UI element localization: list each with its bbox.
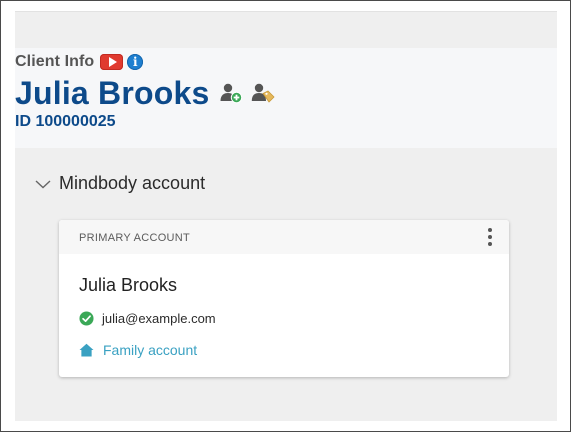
card-header-label: PRIMARY ACCOUNT — [79, 232, 191, 244]
section-title: Mindbody account — [59, 173, 206, 193]
client-info-label: Client Info — [15, 53, 95, 70]
account-name: Julia Brooks — [79, 275, 178, 295]
family-account-label: Family account — [103, 342, 198, 358]
family-account-link[interactable]: Family account — [79, 342, 197, 358]
client-id: ID 100000025 — [15, 113, 116, 130]
client-info-row: Client Info i — [15, 53, 144, 71]
client-name: Julia Brooks — [15, 74, 210, 111]
card-header: PRIMARY ACCOUNT — [59, 220, 509, 254]
chevron-down-icon — [35, 179, 51, 188]
verified-check-icon — [79, 311, 94, 326]
section-toggle[interactable]: Mindbody account — [35, 173, 205, 194]
account-email: julia@example.com — [102, 311, 216, 326]
email-row: julia@example.com — [79, 311, 216, 326]
youtube-play-icon[interactable] — [100, 54, 124, 70]
add-relationship-icon[interactable] — [219, 81, 243, 105]
primary-account-card: PRIMARY ACCOUNT Julia Brooks julia@examp… — [59, 220, 509, 377]
client-name-row: Julia Brooks — [15, 73, 276, 113]
info-icon[interactable]: i — [127, 54, 144, 70]
more-options-icon[interactable] — [483, 227, 497, 247]
house-icon — [79, 343, 94, 357]
tag-user-icon[interactable] — [251, 81, 276, 105]
window-frame: Client Info i Julia Brooks ID 100000025 — [0, 0, 571, 432]
top-toolbar-strip — [15, 11, 557, 48]
mindbody-account-section: Mindbody account PRIMARY ACCOUNT Julia B… — [15, 148, 557, 421]
